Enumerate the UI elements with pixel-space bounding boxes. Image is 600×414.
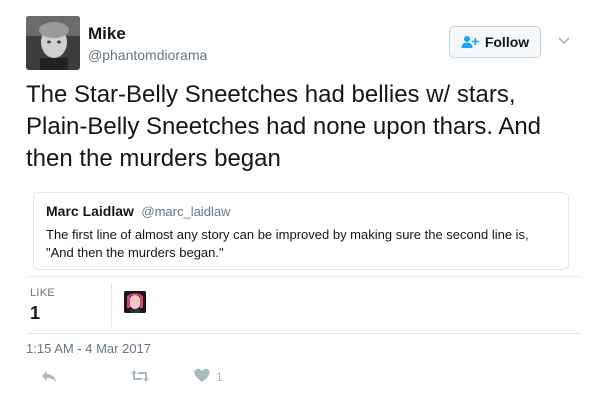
likes-label: LIKE: [30, 287, 56, 299]
quoted-tweet-text: The first line of almost any story can b…: [46, 226, 556, 262]
likes-count: 1: [30, 303, 41, 323]
liker-avatar[interactable]: [124, 291, 146, 313]
quoted-text-line: "And then the murders began.": [46, 245, 224, 260]
quoted-author-name: Marc Laidlaw: [46, 203, 134, 219]
follow-button[interactable]: Follow: [449, 26, 541, 58]
reply-button[interactable]: [40, 366, 58, 388]
author-handle[interactable]: @phantomdiorama: [88, 47, 207, 63]
author-avatar[interactable]: [26, 16, 80, 70]
heart-icon: [194, 368, 210, 386]
author-name[interactable]: Mike: [88, 24, 126, 44]
tweet-timestamp[interactable]: 1:15 AM - 4 Mar 2017: [26, 341, 151, 356]
tweet-text-line: then the murders began: [26, 145, 281, 172]
tweet-header: Mike @phantomdiorama Follow: [26, 16, 582, 72]
tweet-text-line: Plain-Belly Sneetches had none upon thar…: [26, 113, 542, 140]
follow-button-label: Follow: [484, 34, 530, 50]
tweet-text-line: The Star-Belly Sneetches had bellies w/ …: [26, 81, 516, 108]
tweet-text: The Star-Belly Sneetches had bellies w/ …: [26, 79, 582, 175]
retweet-button[interactable]: [130, 366, 150, 388]
reply-icon: [40, 368, 58, 387]
tweet-actions: 1: [26, 366, 582, 388]
quoted-text-line: The first line of almost any story can b…: [46, 227, 529, 242]
chevron-down-icon[interactable]: [556, 32, 572, 48]
tweet-stats: LIKE 1: [26, 276, 582, 334]
follow-person-plus-icon: [461, 35, 479, 49]
likes-stat[interactable]: LIKE 1: [26, 283, 112, 327]
like-count: 1: [216, 370, 223, 384]
retweet-icon: [130, 368, 150, 387]
quoted-author-handle: @marc_laidlaw: [141, 204, 231, 219]
like-button[interactable]: 1: [194, 366, 223, 388]
quoted-tweet[interactable]: Marc Laidlaw @marc_laidlaw The first lin…: [33, 192, 569, 270]
